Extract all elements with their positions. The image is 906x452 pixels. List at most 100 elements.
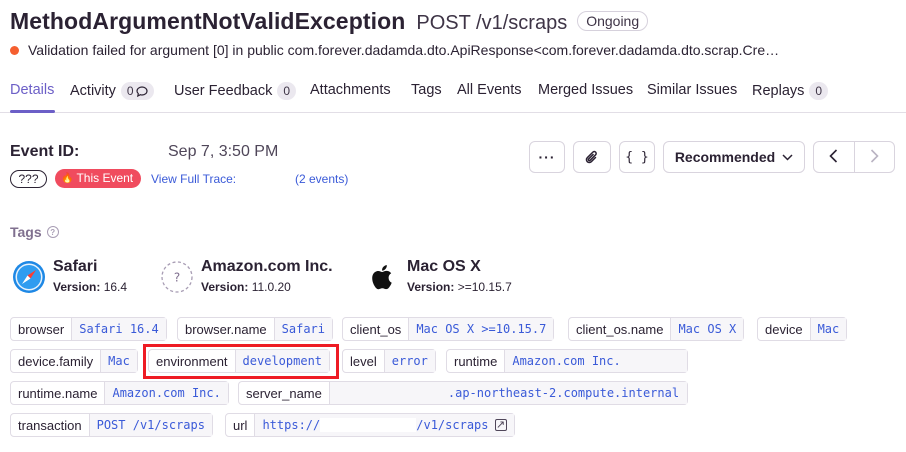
tab-attachments[interactable]: Attachments xyxy=(310,82,391,98)
tag-value[interactable]: Safari xyxy=(273,318,333,340)
replays-count-badge: 0 xyxy=(809,82,829,100)
issue-header: MethodArgumentNotValidException POST /v1… xyxy=(10,8,649,38)
fire-icon: 🔥 xyxy=(61,173,74,184)
tab-details[interactable]: Details xyxy=(10,82,54,98)
tag-pill-client-os-name[interactable]: client_os.name Mac OS X xyxy=(568,317,745,341)
error-message: Validation failed for argument [0] in pu… xyxy=(28,42,780,58)
tag-pill-runtime[interactable]: runtime Amazon.com Inc. xyxy=(446,349,688,373)
tab-label: Replays xyxy=(752,83,805,99)
tag-value[interactable]: error xyxy=(383,350,435,372)
version-label: Version: xyxy=(201,280,249,294)
tag-value[interactable]: POST /v1/scraps xyxy=(88,414,212,436)
tag-key: runtime.name xyxy=(18,385,98,401)
tag-value[interactable]: Mac OS X >=10.15.7 xyxy=(408,318,554,340)
tag-pill-url[interactable]: url https:// /v1/scraps ↗ xyxy=(225,413,515,437)
version-label: Version: xyxy=(407,280,455,294)
tag-key: client_os.name xyxy=(576,321,664,337)
tag-key: device.family xyxy=(18,353,94,369)
redacted-segment xyxy=(320,418,417,432)
tab-all-events[interactable]: All Events xyxy=(457,82,521,98)
apple-icon xyxy=(372,265,392,290)
context-runtime: ? Amazon.com Inc. Version: 11.0.20 xyxy=(160,258,333,294)
tag-value[interactable]: Amazon.com Inc. xyxy=(104,382,228,404)
tag-pill-browser-name[interactable]: browser.name Safari xyxy=(177,317,334,341)
tag-key: device xyxy=(765,321,803,337)
tag-pill-client-os[interactable]: client_os Mac OS X >=10.15.7 xyxy=(342,317,555,341)
next-event-button[interactable] xyxy=(855,142,895,172)
tab-replays[interactable]: Replays 0 xyxy=(752,82,829,100)
event-navigation xyxy=(813,141,895,173)
tab-label: Details xyxy=(10,82,55,98)
tag-pill-device-family[interactable]: device.family Mac xyxy=(10,349,138,373)
tag-value[interactable]: Safari 16.4 xyxy=(71,318,166,340)
trace-events-link[interactable]: (2 events) xyxy=(295,172,348,186)
tag-key: runtime xyxy=(454,353,498,369)
this-event-label: This Event xyxy=(76,171,134,185)
activity-count-badge: 0 xyxy=(120,82,154,100)
tag-value[interactable]: Amazon.com Inc. xyxy=(504,350,687,372)
browser-version: Version: 16.4 xyxy=(53,280,127,294)
version-value: >=10.15.7 xyxy=(457,280,512,294)
tag-key: transaction xyxy=(18,417,82,433)
version-value: 16.4 xyxy=(103,280,128,294)
tag-value[interactable]: Mac xyxy=(100,350,137,372)
tag-value[interactable]: Mac OS X xyxy=(670,318,744,340)
tag-key: client_os xyxy=(350,321,402,337)
tag-pill-level[interactable]: level error xyxy=(342,349,436,373)
more-actions-button[interactable]: ··· xyxy=(529,141,565,173)
chevron-down-icon xyxy=(782,153,793,161)
tab-label: Merged Issues xyxy=(538,82,634,98)
issue-title: MethodArgumentNotValidException xyxy=(10,8,406,34)
runtime-name: Amazon.com Inc. xyxy=(201,258,333,275)
tag-pill-server-name[interactable]: server_name .ap-northeast-2.compute.inte… xyxy=(238,381,688,405)
tag-pill-runtime-name[interactable]: runtime.name Amazon.com Inc. xyxy=(10,381,229,405)
browser-name: Safari xyxy=(53,258,98,275)
os-version: Version: >=10.15.7 xyxy=(407,280,512,294)
this-event-badge: 🔥 This Event xyxy=(55,169,142,188)
version-label: Version: xyxy=(53,280,101,294)
safari-icon xyxy=(13,261,45,293)
tag-value[interactable]: .ap-northeast-2.compute.internal xyxy=(328,382,687,404)
tab-label: Attachments xyxy=(310,82,391,98)
comment-icon xyxy=(136,85,148,97)
tag-pill-device[interactable]: device Mac xyxy=(757,317,848,341)
tag-key: level xyxy=(350,353,377,369)
tab-label: Similar Issues xyxy=(647,82,738,98)
copy-link-button[interactable] xyxy=(573,141,611,173)
external-link-icon[interactable]: ↗ xyxy=(494,419,507,431)
tag-value[interactable]: https:// /v1/scraps ↗ xyxy=(254,414,514,436)
tab-user-feedback[interactable]: User Feedback 0 xyxy=(174,82,297,100)
version-value: 11.0.20 xyxy=(251,280,291,294)
tab-label: Activity xyxy=(70,83,116,99)
event-date: Sep 7, 3:50 PM xyxy=(168,143,279,160)
context-browser: Safari Version: 16.4 xyxy=(12,258,127,294)
view-full-trace-link[interactable]: View Full Trace: xyxy=(151,172,236,186)
tab-similar-issues[interactable]: Similar Issues xyxy=(647,82,737,98)
tag-key: url xyxy=(233,417,248,433)
tab-merged-issues[interactable]: Merged Issues xyxy=(538,82,633,98)
environment-highlight-box xyxy=(143,344,339,379)
event-id-label: Event ID: xyxy=(10,143,80,160)
tab-label: Tags xyxy=(411,82,442,98)
previous-event-button[interactable] xyxy=(814,142,855,172)
unknown-badge: ??? xyxy=(10,170,47,188)
recommended-dropdown[interactable]: Recommended xyxy=(663,141,805,173)
os-name: Mac OS X xyxy=(407,258,481,275)
tag-key: server_name xyxy=(246,385,322,401)
tab-activity[interactable]: Activity 0 xyxy=(70,82,154,100)
runtime-version: Version: 11.0.20 xyxy=(201,280,333,294)
tags-section-title: Tags ? xyxy=(10,224,59,240)
view-json-button[interactable]: { } xyxy=(619,141,655,173)
ellipsis-icon: ··· xyxy=(538,149,556,165)
context-os: Mac OS X Version: >=10.15.7 xyxy=(366,258,512,294)
tag-pill-transaction[interactable]: transaction POST /v1/scraps xyxy=(10,413,213,437)
tab-tags[interactable]: Tags xyxy=(411,82,442,98)
tags-heading: Tags xyxy=(10,224,42,240)
help-icon[interactable]: ? xyxy=(46,226,59,238)
error-level-dot xyxy=(10,45,19,55)
tag-pill-browser[interactable]: browser Safari 16.4 xyxy=(10,317,167,341)
tag-key: browser.name xyxy=(185,321,267,337)
tag-value[interactable]: Mac xyxy=(809,318,847,340)
tab-label: All Events xyxy=(457,82,522,98)
active-tab-indicator xyxy=(10,110,55,113)
